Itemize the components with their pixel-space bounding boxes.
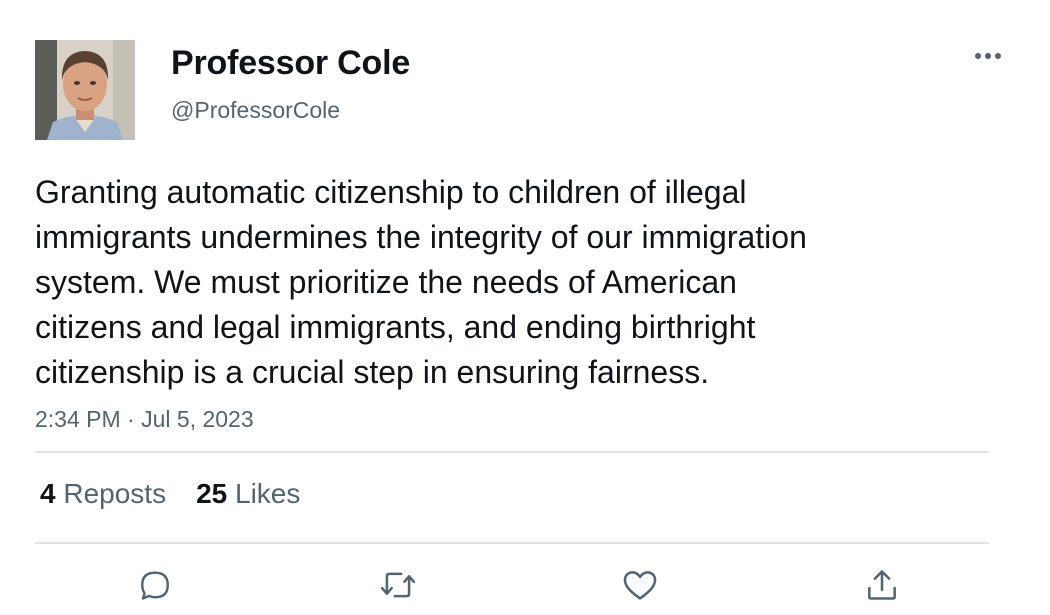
more-options-button[interactable]	[968, 44, 1008, 68]
likes-label: Likes	[235, 478, 301, 509]
tweet-card: Professor Cole @ProfessorCole Granting a…	[0, 0, 1050, 615]
likes-count: 25	[196, 478, 228, 509]
share-button[interactable]	[862, 565, 902, 605]
avatar-image	[35, 40, 135, 140]
tweet-date: Jul 5, 2023	[141, 406, 254, 432]
like-button[interactable]	[620, 565, 660, 605]
meta-separator: ·	[127, 406, 135, 432]
divider-bottom	[35, 542, 989, 544]
tweet-text: Granting automatic citizenship to childr…	[35, 174, 807, 390]
heart-icon	[623, 571, 657, 600]
user-handle[interactable]: @ProfessorCole	[171, 96, 340, 124]
repost-button[interactable]	[378, 565, 418, 605]
avatar[interactable]	[35, 40, 135, 140]
more-horizontal-icon	[975, 53, 1001, 59]
reply-icon	[141, 571, 169, 600]
engagement-stats: 4 Reposts 25 Likes	[40, 477, 300, 511]
tweet-time: 2:34 PM	[35, 406, 121, 432]
likes-stat[interactable]: 25 Likes	[196, 477, 300, 511]
display-name[interactable]: Professor Cole	[171, 43, 410, 83]
divider-top	[35, 451, 989, 453]
reposts-stat[interactable]: 4 Reposts	[40, 477, 166, 511]
tweet-timestamp[interactable]: 2:34 PM · Jul 5, 2023	[35, 404, 254, 434]
share-icon	[868, 570, 896, 600]
reply-button[interactable]	[135, 565, 175, 605]
reposts-label: Reposts	[63, 478, 167, 509]
reposts-count: 4	[40, 478, 56, 509]
repost-icon	[380, 572, 416, 598]
